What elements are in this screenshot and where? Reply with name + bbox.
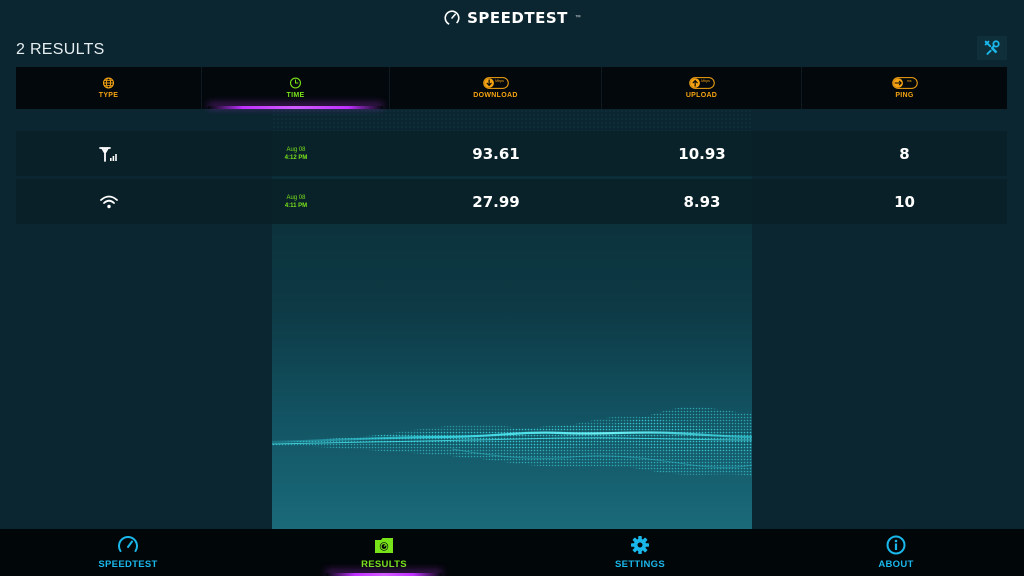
download-icon: Mbps [482, 77, 509, 89]
download-cell: 27.99 [390, 179, 602, 224]
gear-icon [631, 536, 649, 554]
ping-value: 8 [899, 144, 910, 163]
wifi-icon [100, 195, 118, 208]
upload-value: 10.93 [678, 144, 726, 163]
result-time: 4:11 PM [284, 202, 308, 209]
time-cell: Aug 08 4:12 PM [202, 131, 390, 176]
column-label-upload: UPLOAD [685, 92, 718, 99]
upload-value: 8.93 [683, 192, 721, 211]
download-value: 93.61 [472, 144, 520, 163]
nav-results[interactable]: RESULTS [256, 529, 512, 576]
results-icon [375, 538, 393, 553]
nav-settings[interactable]: SETTINGS [512, 529, 768, 576]
column-upload[interactable]: Mbps UPLOAD [602, 67, 802, 109]
bottom-nav: SPEEDTEST RESULTS SETTINGS ABOUT [0, 529, 1024, 576]
ping-cell: 10 [802, 179, 1007, 224]
results-list: Aug 08 4:12 PM 93.61 10.93 8 Aug 08 4:11… [16, 131, 1007, 227]
time-cell: Aug 08 4:11 PM [202, 179, 390, 224]
brand-logo: SPEEDTEST ™ [443, 9, 581, 27]
type-cell [16, 131, 202, 176]
gauge-icon [118, 536, 138, 552]
result-row[interactable]: Aug 08 4:11 PM 27.99 8.93 10 [16, 179, 1007, 224]
nav-about[interactable]: ABOUT [768, 529, 1024, 576]
column-label-download: DOWNLOAD [473, 92, 518, 99]
upload-cell: 10.93 [602, 131, 802, 176]
nav-label-settings: SETTINGS [615, 559, 665, 570]
info-icon [886, 535, 906, 555]
column-label-ping: PING [895, 92, 914, 99]
column-label-type: TYPE [98, 92, 119, 99]
globe-icon [102, 77, 115, 89]
column-ping[interactable]: ms PING [802, 67, 1007, 109]
cellular-icon [99, 146, 117, 162]
ping-icon: ms [891, 77, 918, 89]
result-row[interactable]: Aug 08 4:12 PM 93.61 10.93 8 [16, 131, 1007, 176]
nav-speedtest[interactable]: SPEEDTEST [0, 529, 256, 576]
nav-label-speedtest: SPEEDTEST [98, 559, 158, 570]
upload-cell: 8.93 [602, 179, 802, 224]
column-time[interactable]: TIME [202, 67, 390, 109]
ping-unit: ms [906, 79, 911, 83]
nav-label-about: ABOUT [878, 559, 914, 570]
ping-value: 10 [894, 192, 915, 211]
app-header: SPEEDTEST ™ [0, 0, 1024, 36]
ping-cell: 8 [802, 131, 1007, 176]
column-download[interactable]: Mbps DOWNLOAD [390, 67, 602, 109]
upload-icon: Mbps [688, 77, 715, 89]
column-label-time: TIME [286, 92, 305, 99]
column-type[interactable]: TYPE [16, 67, 202, 109]
clock-icon [289, 77, 302, 89]
result-time: 4:12 PM [284, 154, 308, 161]
brand-title: SPEEDTEST [467, 9, 568, 27]
speedometer-logo-icon [444, 10, 460, 26]
download-value: 27.99 [472, 192, 520, 211]
download-cell: 93.61 [390, 131, 602, 176]
tools-icon [984, 40, 1000, 55]
decorative-dots [272, 109, 752, 131]
type-cell [16, 179, 202, 224]
tools-button[interactable] [977, 36, 1007, 60]
nav-label-results: RESULTS [361, 559, 407, 570]
results-count: 2 RESULTS [16, 41, 105, 58]
result-date: Aug 08 [286, 194, 306, 201]
result-date: Aug 08 [286, 146, 306, 153]
download-unit: Mbps [495, 79, 504, 83]
results-column-header: TYPE TIME Mbps DOWNLOAD Mbps UPLOAD ms P… [16, 67, 1007, 109]
upload-unit: Mbps [701, 79, 710, 83]
brand-trademark: ™ [574, 15, 581, 21]
